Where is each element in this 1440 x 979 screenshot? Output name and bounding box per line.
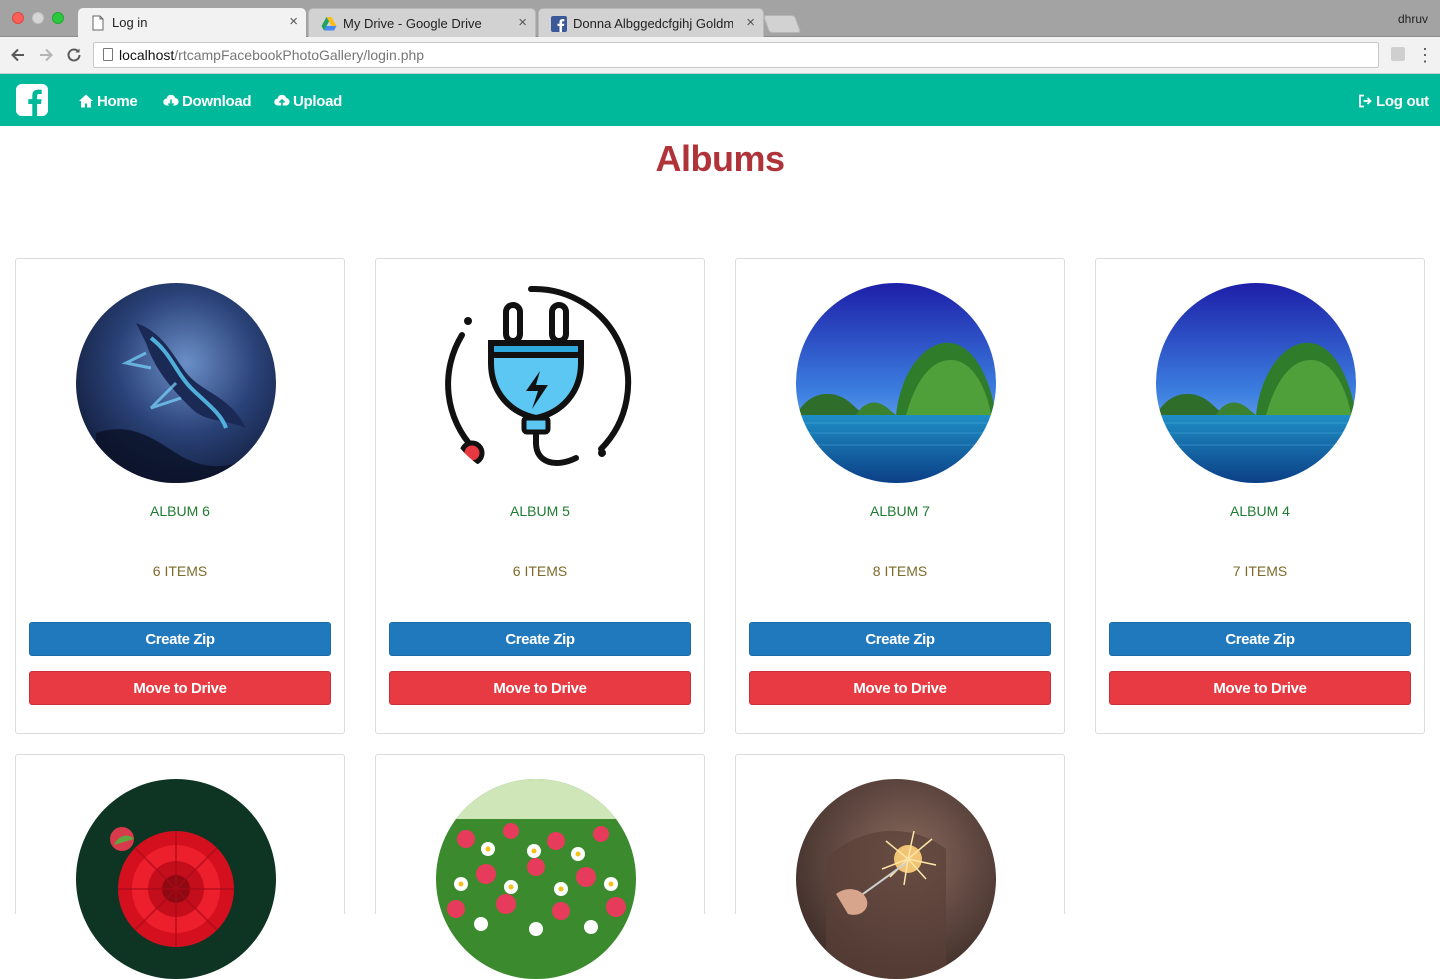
tab-log-in[interactable]: Log in × [78,8,306,37]
album-name[interactable]: ALBUM 4 [1096,503,1424,519]
window-maximize-button[interactable] [52,12,64,24]
album-card: ALBUM 5 6 ITEMS Create Zip Move to Drive [375,258,705,734]
album-name[interactable]: ALBUM 7 [736,503,1064,519]
album-thumbnail[interactable] [796,283,996,483]
app-navbar: Home Download Upload Log out [0,74,1440,126]
new-tab-button[interactable] [762,15,802,33]
browser-toolbar: localhost/rtcampFacebookPhotoGallery/log… [0,37,1440,74]
create-zip-button[interactable]: Create Zip [749,622,1051,656]
album-thumbnail[interactable] [436,283,636,483]
page-icon [103,48,113,61]
flower-field-image [436,779,636,979]
tab-close-icon[interactable]: × [746,14,755,31]
album-card: ALBUM 6 6 ITEMS Create Zip Move to Drive [15,258,345,734]
facebook-logo-icon[interactable] [16,84,48,116]
album-card: ALBUM 7 8 ITEMS Create Zip Move to Drive [735,258,1065,734]
move-to-drive-button[interactable]: Move to Drive [1109,671,1411,705]
album-item-count: 8 ITEMS [872,563,928,579]
album-item-count: 6 ITEMS [152,563,208,579]
tab-title: Donna Albggedcfgihj Goldman [573,16,733,31]
google-drive-icon [321,17,337,31]
album-thumbnail[interactable] [436,779,636,979]
album-name[interactable]: ALBUM 6 [16,503,344,519]
album-card: ALBUM 4 7 ITEMS Create Zip Move to Drive [1095,258,1425,734]
island-image [1156,283,1356,483]
move-to-drive-button[interactable]: Move to Drive [749,671,1051,705]
album-thumbnail[interactable] [1156,283,1356,483]
create-zip-button[interactable]: Create Zip [29,622,331,656]
nav-home[interactable]: Home [78,91,138,111]
album-card [375,754,705,979]
album-card [735,754,1065,979]
window-minimize-button[interactable] [32,12,44,24]
move-to-drive-button[interactable]: Move to Drive [29,671,331,705]
window-close-button[interactable] [12,12,24,24]
browser-menu-icon[interactable]: ⋮ [1416,43,1434,67]
address-bar[interactable]: localhost/rtcampFacebookPhotoGallery/log… [93,42,1379,68]
tab-google-drive[interactable]: My Drive - Google Drive × [308,8,536,37]
album-item-count: 7 ITEMS [1232,563,1288,579]
red-flower-image [76,779,276,979]
cloud-download-icon [163,94,179,108]
reload-icon[interactable] [64,45,84,65]
album-thumbnail[interactable] [796,779,996,979]
album-item-count: 6 ITEMS [512,563,568,579]
extension-icon[interactable] [1391,47,1405,61]
facebook-icon [551,16,567,32]
nav-upload[interactable]: Upload [274,91,342,111]
tab-facebook[interactable]: Donna Albggedcfgihj Goldman × [538,8,764,37]
back-arrow-icon[interactable] [8,45,28,65]
sparkler-image [796,779,996,979]
album-thumbnail[interactable] [76,283,276,483]
home-icon [79,94,93,108]
nav-download[interactable]: Download [163,91,252,111]
nav-logout[interactable]: Log out [1357,91,1429,111]
url-text: localhost/rtcampFacebookPhotoGallery/log… [119,47,425,63]
island-image [796,283,996,483]
move-to-drive-button[interactable]: Move to Drive [389,671,691,705]
album-name[interactable]: ALBUM 5 [376,503,704,519]
profile-name[interactable]: dhruv [1398,12,1428,26]
tab-title: My Drive - Google Drive [343,16,482,31]
logout-icon [1359,94,1372,108]
browser-tab-strip: Log in × My Drive - Google Drive × Donna… [0,0,1440,37]
tab-title: Log in [112,15,148,30]
plug-image [436,283,636,483]
page-title: Albums [655,138,785,179]
forward-arrow-icon[interactable] [36,45,56,65]
album-thumbnail[interactable] [76,779,276,979]
album-card [15,754,345,979]
dragon-image [76,283,276,483]
tab-close-icon[interactable]: × [289,13,298,30]
page-icon [92,15,104,31]
create-zip-button[interactable]: Create Zip [389,622,691,656]
tab-close-icon[interactable]: × [518,14,527,31]
create-zip-button[interactable]: Create Zip [1109,622,1411,656]
cloud-upload-icon [274,94,290,107]
